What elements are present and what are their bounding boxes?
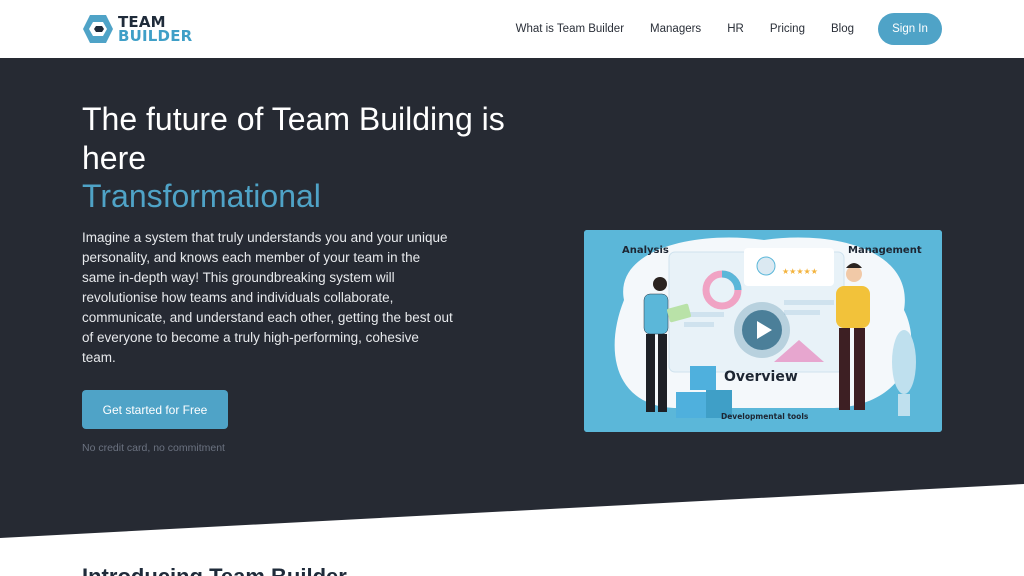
box-icon bbox=[690, 366, 716, 390]
hero-illustration[interactable]: ★★★★★ Analysis Management Overview Devel… bbox=[584, 230, 942, 432]
developmental-tools-label: Developmental tools bbox=[721, 412, 809, 421]
site-header: TEAM BUILDER What is Team Builder Manage… bbox=[0, 0, 1024, 58]
sign-in-button[interactable]: Sign In bbox=[878, 13, 942, 45]
illustration-scene: ★★★★★ bbox=[584, 230, 942, 432]
hero-accent-word: Transformational bbox=[82, 178, 321, 214]
avatar-icon bbox=[756, 256, 776, 276]
nav-pricing[interactable]: Pricing bbox=[770, 23, 805, 35]
brand-line2: BUILDER bbox=[118, 27, 193, 45]
rating-stars: ★★★★★ bbox=[782, 267, 818, 276]
nav-what-is-team-builder[interactable]: What is Team Builder bbox=[516, 23, 624, 35]
nav-managers[interactable]: Managers bbox=[650, 23, 701, 35]
analysis-label: Analysis bbox=[622, 245, 669, 256]
management-label: Management bbox=[848, 245, 922, 256]
brand-logo[interactable]: TEAM BUILDER bbox=[82, 14, 192, 44]
nav-hr[interactable]: HR bbox=[727, 23, 744, 35]
overview-label: Overview bbox=[724, 369, 798, 385]
logo-hexagon-icon bbox=[83, 15, 113, 43]
cta-note: No credit card, no commitment bbox=[82, 442, 225, 454]
hero-description: Imagine a system that truly understands … bbox=[82, 230, 453, 365]
intro-section-title: Introducing Team Builder bbox=[82, 564, 347, 576]
nav-blog[interactable]: Blog bbox=[831, 23, 854, 35]
plant-icon bbox=[892, 330, 916, 394]
get-started-button[interactable]: Get started for Free bbox=[82, 390, 228, 429]
brand-wordmark: TEAM BUILDER bbox=[118, 15, 193, 45]
hero-title: The future of Team Building is here bbox=[82, 101, 505, 176]
main-nav: What is Team Builder Managers HR Pricing… bbox=[490, 0, 854, 58]
